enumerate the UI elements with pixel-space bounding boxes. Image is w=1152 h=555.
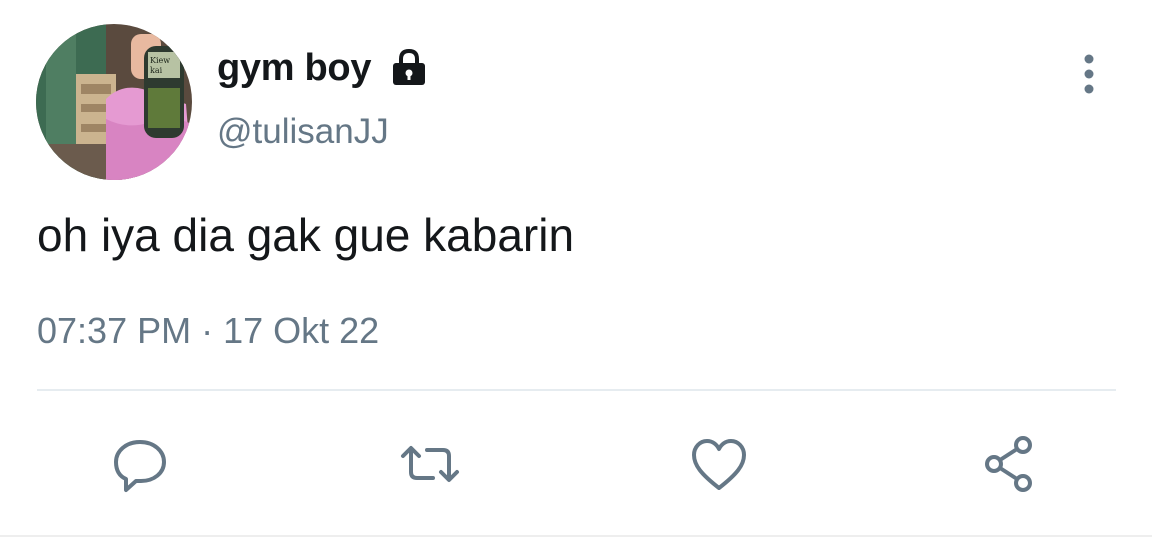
reply-button[interactable] (104, 428, 176, 500)
like-button[interactable] (683, 428, 755, 500)
display-name[interactable]: gym boy (217, 47, 371, 90)
divider (37, 389, 1116, 391)
display-name-row: gym boy (217, 44, 429, 92)
retweet-icon (401, 446, 459, 482)
more-vertical-icon[interactable] (1072, 52, 1106, 98)
reply-icon (114, 440, 166, 492)
bottom-divider (0, 535, 1152, 537)
svg-text:Kiew: Kiew (150, 56, 170, 65)
tweet-timestamp[interactable]: 07:37 PM · 17 Okt 22 (37, 310, 379, 352)
heart-icon (692, 439, 746, 490)
retweet-button[interactable] (394, 428, 466, 500)
tweet-card: Kiew kai gym boy @tulisanJJ oh iya dia g… (0, 0, 1152, 555)
svg-text:kai: kai (150, 66, 163, 75)
tweet-text: oh iya dia gak gue kabarin (37, 209, 575, 261)
lock-icon (389, 48, 429, 88)
share-icon (985, 436, 1032, 492)
user-handle[interactable]: @tulisanJJ (217, 112, 389, 152)
avatar[interactable]: Kiew kai (36, 24, 192, 180)
share-button[interactable] (975, 428, 1047, 500)
